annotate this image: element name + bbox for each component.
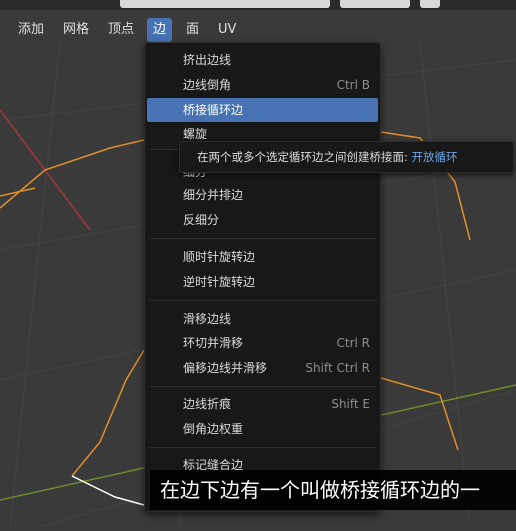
menu-face[interactable]: 面 (180, 18, 205, 42)
menu-uv[interactable]: UV (212, 18, 242, 42)
menu-item-extrude-edges[interactable]: 挤出边线 (147, 48, 378, 72)
header-field[interactable] (120, 0, 330, 8)
menu-separator (149, 300, 376, 301)
menu-item-label: 细分并排边 (183, 188, 244, 202)
tooltip-accent: 开放循环 (411, 150, 458, 164)
header-field[interactable] (340, 0, 410, 8)
header-strip (0, 0, 516, 10)
tooltip-text: 在两个或多个选定循环边之间创建桥接面: (197, 150, 408, 164)
menu-separator (149, 386, 376, 387)
shortcut-label: Ctrl R (336, 336, 370, 350)
menu-vertex[interactable]: 顶点 (102, 18, 140, 42)
menu-item-bevel-edges[interactable]: 边线倒角 Ctrl B (147, 73, 378, 97)
menu-item-label: 挤出边线 (183, 53, 232, 67)
menu-item-un-subdivide[interactable]: 反细分 (147, 208, 378, 232)
menu-item-label: 倒角边权重 (183, 422, 244, 436)
shortcut-label: Shift E (331, 397, 370, 411)
shortcut-label: Ctrl B (336, 78, 370, 92)
menu-item-label: 桥接循环边 (183, 103, 244, 117)
menu-item-rotate-edge-cw[interactable]: 顺时针旋转边 (147, 245, 378, 269)
menu-item-subdivide-edge-ring[interactable]: 细分并排边 (147, 183, 378, 207)
menu-item-label: 环切并滑移 (183, 336, 244, 350)
menu-mesh[interactable]: 网格 (57, 18, 95, 42)
menu-separator (149, 238, 376, 239)
edit-mode-menubar: 添加 网格 顶点 边 面 UV (0, 16, 516, 44)
menu-item-rotate-edge-ccw[interactable]: 逆时针旋转边 (147, 270, 378, 294)
menu-item-label: 反细分 (183, 213, 220, 227)
menu-item-bevel-weight[interactable]: 倒角边权重 (147, 417, 378, 441)
menu-item-label: 边线折痕 (183, 397, 232, 411)
menu-item-label: 顺时针旋转边 (183, 250, 256, 264)
menu-item-loop-cut-slide[interactable]: 环切并滑移 Ctrl R (147, 331, 378, 355)
menu-add[interactable]: 添加 (12, 18, 50, 42)
menu-item-edge-crease[interactable]: 边线折痕 Shift E (147, 392, 378, 416)
menu-item-label: 偏移边线并滑移 (183, 361, 268, 375)
menu-item-label: 边线倒角 (183, 78, 232, 92)
menu-item-label: 逆时针旋转边 (183, 275, 256, 289)
menu-item-bridge-edge-loops[interactable]: 桥接循环边 (147, 98, 378, 122)
menu-item-label: 滑移边线 (183, 312, 232, 326)
shortcut-label: Shift Ctrl R (305, 361, 370, 375)
header-field[interactable] (420, 0, 440, 8)
menu-item-offset-edge-slide[interactable]: 偏移边线并滑移 Shift Ctrl R (147, 356, 378, 380)
menu-item-label: 螺旋 (183, 127, 208, 141)
menu-edge[interactable]: 边 (147, 18, 173, 42)
edge-menu-dropdown: 挤出边线 边线倒角Ctrl B 桥接循环边 螺旋 细分 细分并排边 反细分 顺时… (144, 42, 381, 512)
tooltip: 在两个或多个选定循环边之间创建桥接面: 开放循环 (179, 141, 514, 173)
menu-item-edge-slide[interactable]: 滑移边线 (147, 307, 378, 331)
video-subtitle: 在边下边有一个叫做桥接循环边的一 (150, 470, 516, 510)
menu-separator (149, 447, 376, 448)
